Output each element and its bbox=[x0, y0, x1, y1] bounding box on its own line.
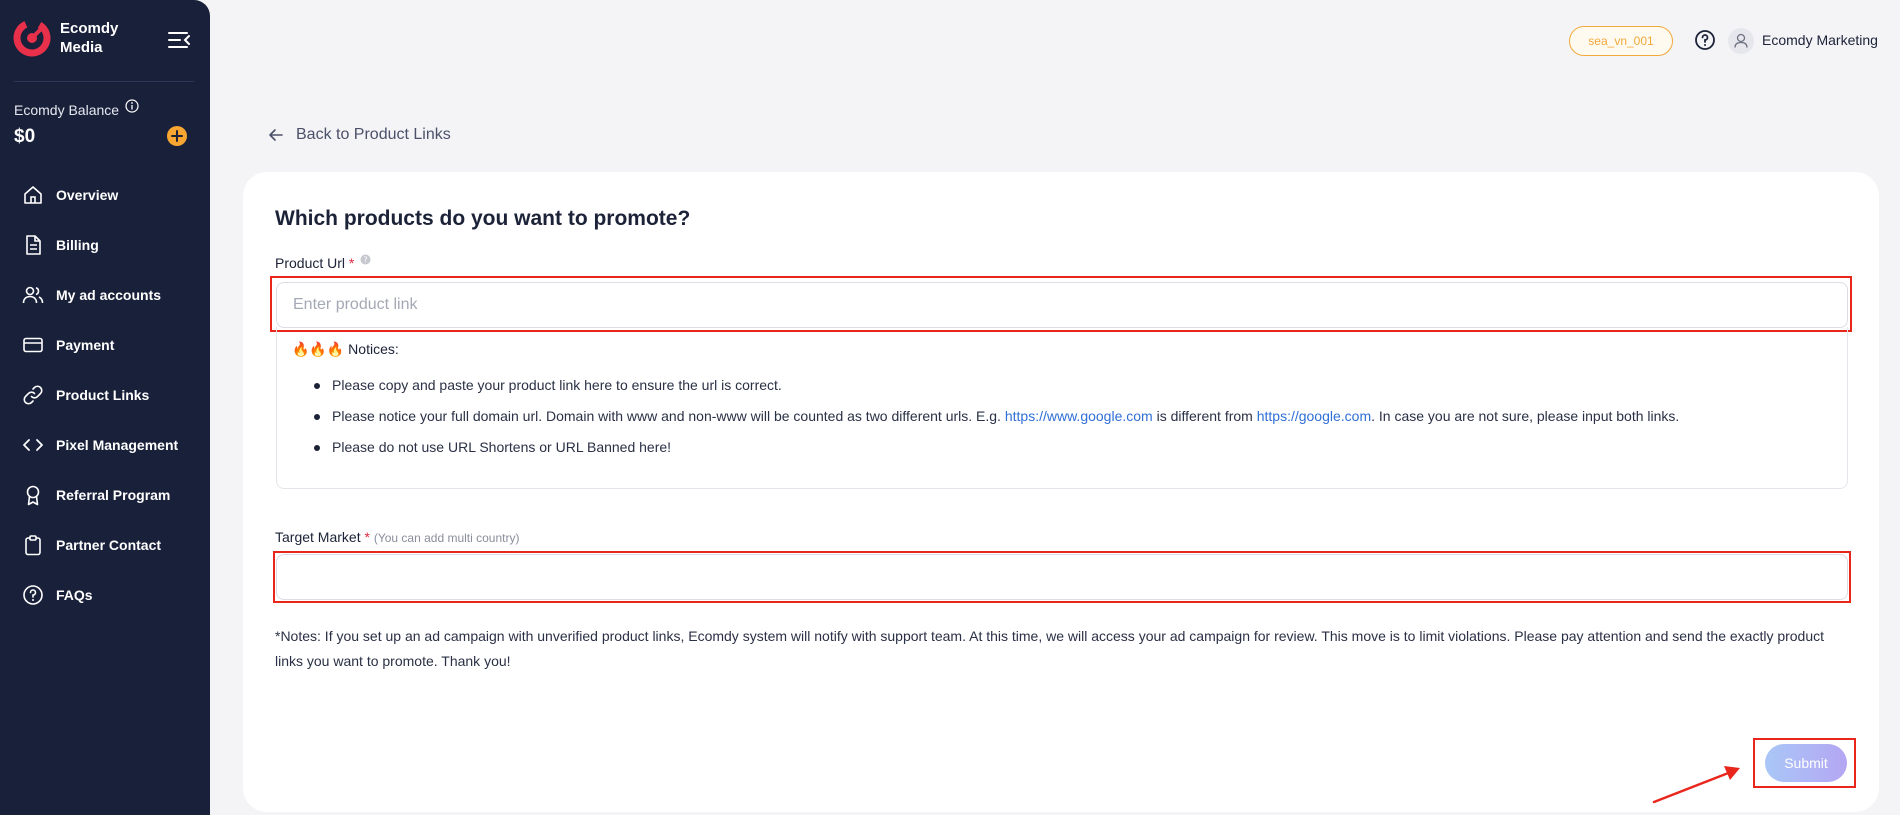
sidebar-item-my-ad-accounts[interactable]: My ad accounts bbox=[0, 270, 210, 320]
credit-card-icon bbox=[23, 337, 43, 353]
sidebar-divider bbox=[14, 81, 194, 82]
ad-account-badge[interactable]: sea_vn_001 bbox=[1569, 26, 1673, 56]
sidebar-item-label: FAQs bbox=[56, 587, 93, 603]
target-market-select[interactable] bbox=[276, 554, 1848, 600]
sidebar-item-label: Billing bbox=[56, 237, 99, 253]
clipboard-icon bbox=[25, 535, 41, 556]
brand[interactable]: Ecomdy Media bbox=[12, 18, 140, 58]
product-form-card: Which products do you want to promote? P… bbox=[243, 172, 1879, 812]
sidebar-item-overview[interactable]: Overview bbox=[0, 170, 210, 220]
brand-name: Ecomdy Media bbox=[60, 20, 119, 56]
submit-button[interactable]: Submit bbox=[1765, 744, 1847, 782]
product-url-input[interactable] bbox=[276, 282, 1848, 328]
ecomdy-logo-icon bbox=[13, 19, 51, 57]
list-item: Please do not use URL Shortens or URL Ba… bbox=[314, 439, 1679, 470]
award-icon bbox=[26, 485, 40, 506]
code-icon bbox=[23, 439, 43, 451]
balance-label: Ecomdy Balance bbox=[14, 102, 120, 118]
help-icon[interactable] bbox=[1694, 29, 1716, 51]
document-icon bbox=[26, 235, 41, 255]
home-icon bbox=[24, 186, 42, 204]
arrow-left-icon bbox=[269, 129, 283, 141]
sidebar-item-faqs[interactable]: FAQs bbox=[0, 570, 210, 620]
menu-collapse-icon[interactable] bbox=[167, 30, 191, 50]
notices-box: 🔥🔥🔥 Notices: Please copy and paste your … bbox=[276, 327, 1848, 489]
users-icon bbox=[22, 286, 44, 304]
example-link-www[interactable]: https://www.google.com bbox=[1005, 408, 1153, 424]
sidebar-item-payment[interactable]: Payment bbox=[0, 320, 210, 370]
notes-text: *Notes: If you set up an ad campaign wit… bbox=[275, 628, 1825, 669]
notices-list: Please copy and paste your product link … bbox=[314, 377, 1679, 470]
page-title: Which products do you want to promote? bbox=[275, 207, 691, 230]
target-market-label: Target Market * (You can add multi count… bbox=[275, 529, 520, 545]
sidebar-item-label: Referral Program bbox=[56, 487, 171, 503]
sidebar-item-label: Payment bbox=[56, 337, 115, 353]
info-icon[interactable] bbox=[125, 99, 139, 113]
back-to-product-links-link[interactable]: Back to Product Links bbox=[268, 126, 451, 144]
svg-text:?: ? bbox=[363, 256, 367, 265]
link-icon bbox=[23, 385, 43, 405]
target-market-hint: (You can add multi country) bbox=[373, 531, 520, 545]
sidebar-item-partner-contact[interactable]: Partner Contact bbox=[0, 520, 210, 570]
plus-icon bbox=[171, 130, 183, 142]
sidebar-item-label: Product Links bbox=[56, 387, 150, 403]
help-circle-icon bbox=[23, 585, 43, 605]
product-url-label: Product Url * bbox=[275, 255, 355, 271]
notices-title: 🔥🔥🔥 Notices: bbox=[292, 341, 399, 357]
sidebar-item-label: Pixel Management bbox=[56, 437, 179, 453]
list-item: Please notice your full domain url. Doma… bbox=[314, 408, 1679, 439]
question-hint-icon[interactable]: ? bbox=[360, 254, 371, 265]
list-item: Please copy and paste your product link … bbox=[314, 377, 1679, 408]
sidebar-item-product-links[interactable]: Product Links bbox=[0, 370, 210, 420]
sidebar-item-pixel-management[interactable]: Pixel Management bbox=[0, 420, 210, 470]
back-link-label: Back to Product Links bbox=[296, 126, 451, 143]
avatar[interactable] bbox=[1728, 28, 1754, 54]
add-balance-button[interactable] bbox=[167, 126, 187, 146]
balance-value: $0 bbox=[14, 126, 36, 147]
example-link-non-www[interactable]: https://google.com bbox=[1257, 408, 1371, 424]
sidebar-nav: Overview Billing My ad accounts Payment bbox=[0, 170, 210, 620]
sidebar-item-label: Overview bbox=[56, 187, 119, 203]
user-name[interactable]: Ecomdy Marketing bbox=[1762, 32, 1878, 48]
sidebar-item-label: My ad accounts bbox=[56, 287, 162, 303]
sidebar-item-label: Partner Contact bbox=[56, 537, 162, 553]
sidebar-item-referral-program[interactable]: Referral Program bbox=[0, 470, 210, 520]
sidebar: Ecomdy Media Ecomdy Balance $0 Overview bbox=[0, 0, 210, 815]
user-icon bbox=[1734, 33, 1748, 48]
sidebar-item-billing[interactable]: Billing bbox=[0, 220, 210, 270]
